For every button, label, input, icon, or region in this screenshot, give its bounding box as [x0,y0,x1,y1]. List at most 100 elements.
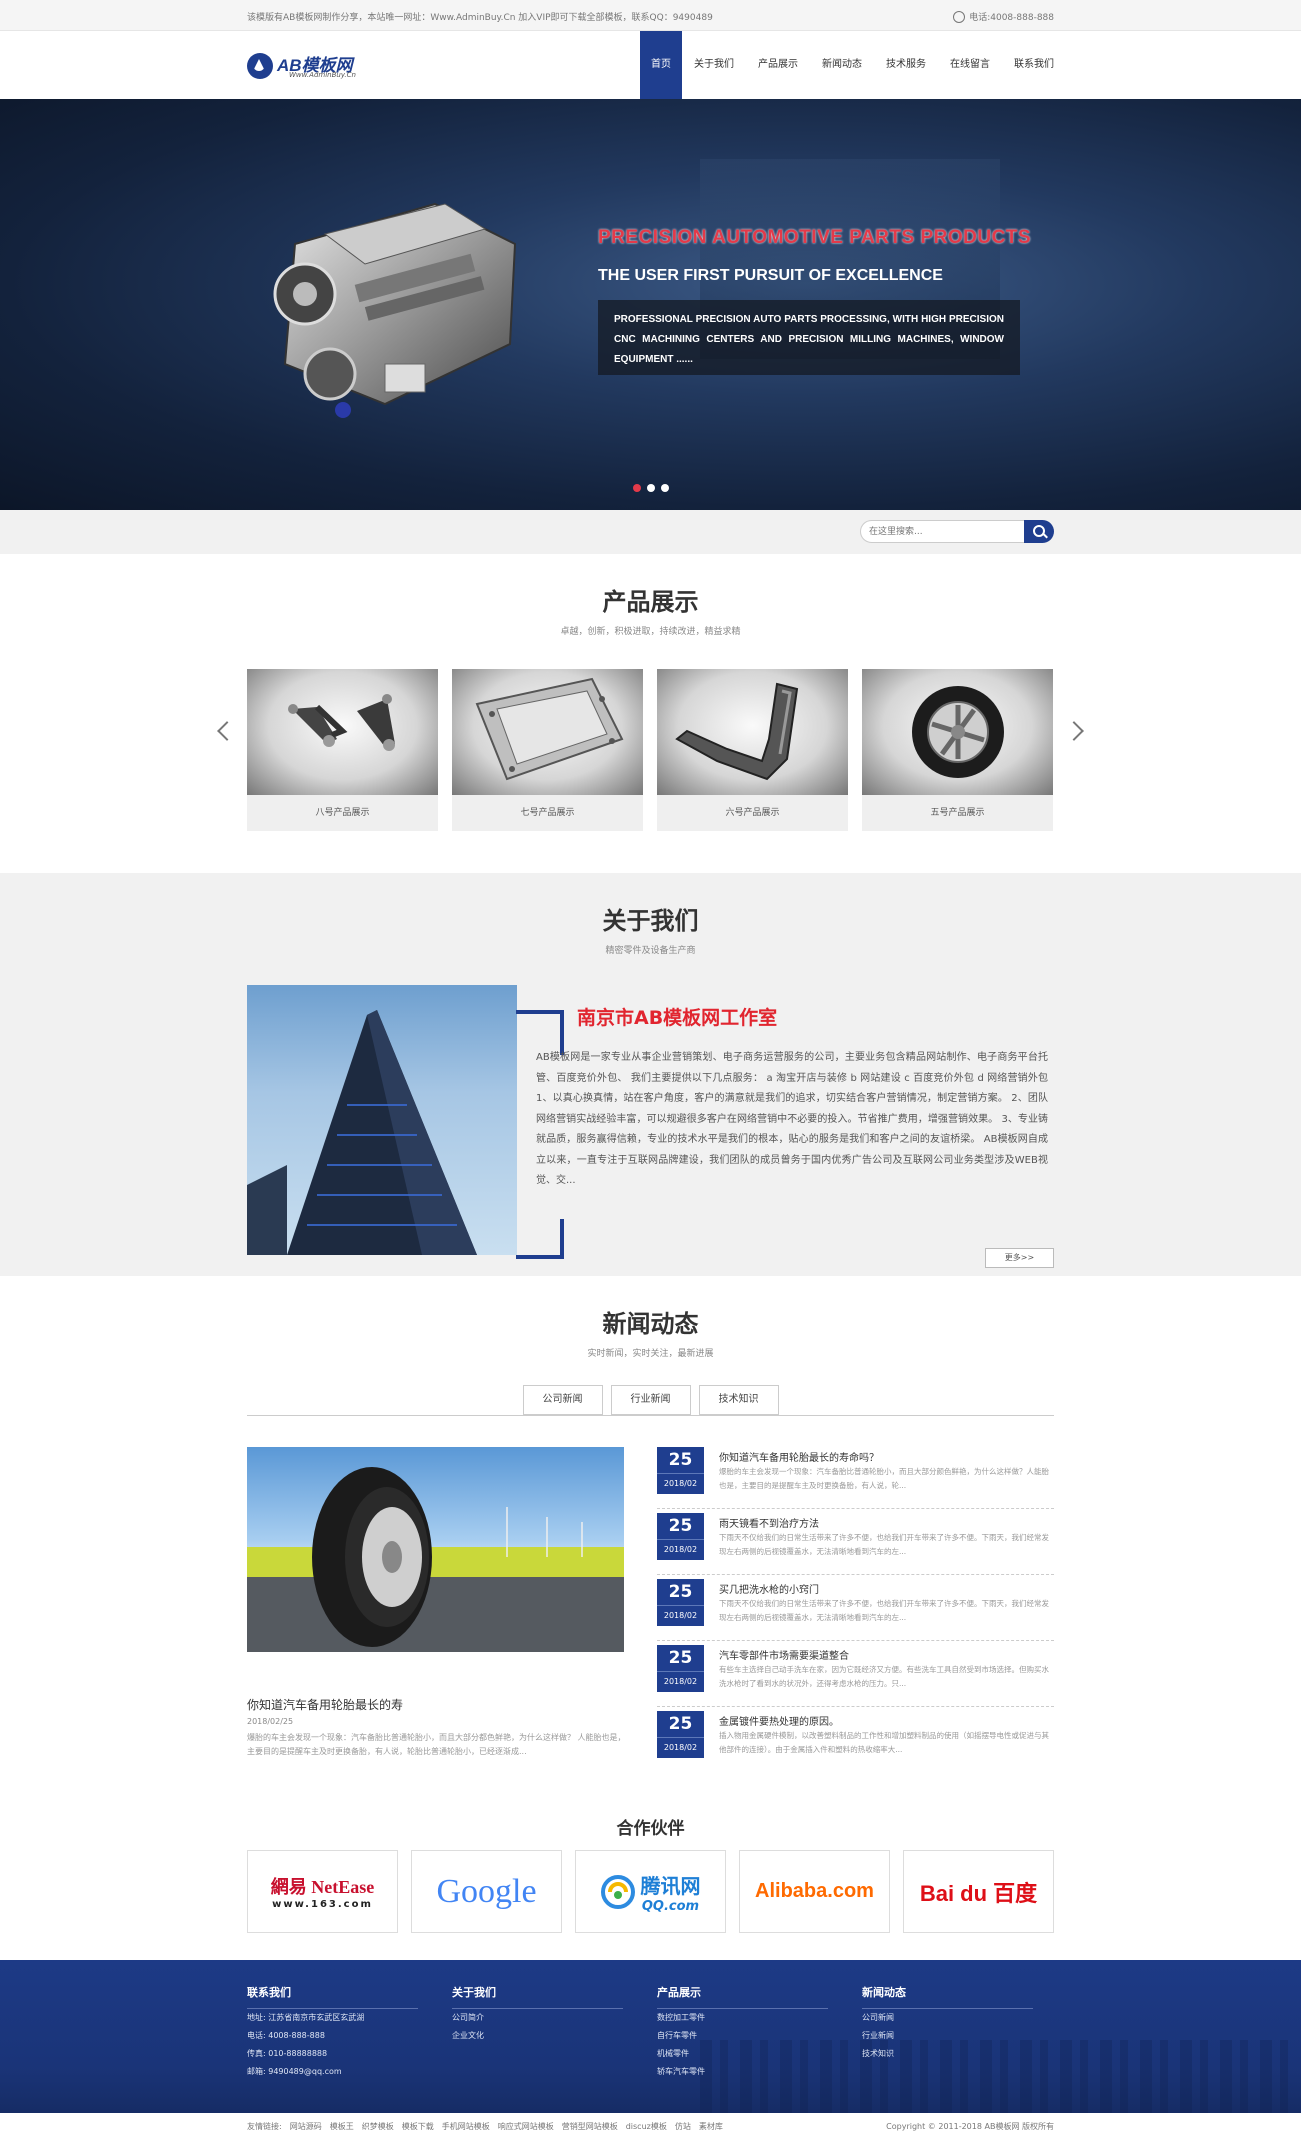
footer-link[interactable]: 公司新闻 [862,2009,1033,2027]
search-button[interactable] [1024,520,1054,543]
footer-link[interactable]: 轿车汽车零件 [657,2063,828,2081]
tab-industry-news[interactable]: 行业新闻 [610,1385,691,1415]
footer-link[interactable]: 企业文化 [452,2027,623,2045]
friend-link[interactable]: 营销型网站模板 [562,2121,618,2132]
nav-item-message[interactable]: 在线留言 [938,31,1002,99]
news-section: 新闻动态 实时新闻，实时关注，最新进展 公司新闻 行业新闻 技术知识 你知道汽车… [0,1276,1301,1810]
about-section: 关于我们 精密零件及设备生产商 南京市AB模板网工作室 AB模板网是一家专业从事… [0,873,1301,1276]
nav-item-service[interactable]: 技术服务 [874,31,938,99]
partner-logo-baidu[interactable]: Bai du 百度 [903,1850,1054,1933]
news-list-item[interactable]: 25 2018/02 买几把洗水枪的小窍门 下雨天不仅给我们的日常生活带来了许多不… [657,1579,1054,1641]
partner-logo-google[interactable]: Google [411,1850,562,1933]
search-bar [0,510,1301,554]
news-month: 2018/02 [663,1677,698,1686]
friend-link[interactable]: 织梦模板 [362,2121,394,2132]
nav-item-about[interactable]: 关于我们 [682,31,746,99]
site-logo[interactable]: AB模板网 Www.AdminBuy.Cn [247,49,377,83]
news-date-badge: 25 2018/02 [657,1579,704,1626]
slider-dot-1[interactable] [633,484,641,492]
footer-link[interactable]: 自行车零件 [657,2027,828,2045]
product-card[interactable]: 七号产品展示 [452,669,643,831]
top-phone: 电话:4008-888-888 [953,10,1054,24]
footer-link[interactable]: 技术知识 [862,2045,1033,2063]
featured-news-image[interactable] [247,1447,624,1652]
wheel-image [862,669,1053,795]
partners-section: 合作伙伴 網易 NetEase www.163.com Google 腾讯网 Q… [0,1810,1301,1960]
friend-link[interactable]: 模板下载 [402,2121,434,2132]
news-item-title[interactable]: 雨天镜看不到治疗方法 [719,1515,819,1530]
footer-link[interactable]: 数控加工零件 [657,2009,828,2027]
news-list-item[interactable]: 25 2018/02 你知道汽车备用轮胎最长的寿命吗？ 爆胎的车主会发现一个现象：… [657,1447,1054,1509]
product-card[interactable]: 六号产品展示 [657,669,848,831]
footer-link[interactable]: 机械零件 [657,2045,828,2063]
news-item-summary: 有些车主选择自己动手洗车在家，因为它既经济又方便。有些洗车工具自然受到市场选择。… [719,1665,1049,1688]
news-item-title[interactable]: 汽车零部件市场需要渠道整合 [719,1647,849,1662]
banner-description: PROFESSIONAL PRECISION AUTO PARTS PROCES… [598,300,1020,375]
featured-news-title[interactable]: 你知道汽车备用轮胎最长的寿 [247,1696,403,1713]
products-next-arrow[interactable] [1064,721,1084,741]
footer-col-title: 产品展示 [657,1984,828,2009]
slider-dot-2[interactable] [647,484,655,492]
product-label: 八号产品展示 [315,808,370,818]
news-list-item[interactable]: 25 2018/02 雨天镜看不到治疗方法 下雨天不仅给我们的日常生活带来了许多不… [657,1513,1054,1575]
footer-link[interactable]: 行业新闻 [862,2027,1033,2045]
footer-link[interactable]: 公司简介 [452,2009,623,2027]
news-month: 2018/02 [663,1545,698,1554]
product-card[interactable]: 八号产品展示 [247,669,438,831]
friend-link[interactable]: 手机网站模板 [442,2121,490,2132]
banner-headline: PRECISION AUTOMOTIVE PARTS PRODUCTS [598,227,1032,248]
friend-link[interactable]: 网站源码 [290,2121,322,2132]
friend-link[interactable]: 仿站 [675,2121,691,2132]
search-input[interactable] [860,520,1026,543]
news-item-title[interactable]: 金属镀件要热处理的原因。 [719,1713,839,1728]
about-subtitle: 精密零件及设备生产商 [605,946,696,956]
nav-item-products[interactable]: 产品展示 [746,31,810,99]
product-card[interactable]: 五号产品展示 [862,669,1053,831]
news-item-summary: 下雨天不仅给我们的日常生活带来了许多不便，也给我们开车带来了许多不便。下雨天，我… [719,1599,1049,1622]
search-form [860,520,1054,543]
products-prev-arrow[interactable] [217,721,237,741]
logo-url: Www.AdminBuy.Cn [289,71,356,79]
news-tabs: 公司新闻 行业新闻 技术知识 [0,1385,1301,1415]
footer-col-title: 新闻动态 [862,1984,1033,2009]
product-label: 五号产品展示 [930,808,985,818]
nav-item-home[interactable]: 首页 [640,31,682,99]
bottom-bar: 友情链接: 网站源码 模板王 织梦模板 模板下载 手机网站模板 响应式网站模板 … [0,2113,1301,2139]
friend-link[interactable]: 模板王 [330,2121,354,2132]
partner-logo-netease[interactable]: 網易 NetEase www.163.com [247,1850,398,1933]
partner-logo-alibaba[interactable]: Alibaba.com [739,1850,890,1933]
slider-dots [633,484,669,492]
tab-company-news[interactable]: 公司新闻 [522,1385,603,1415]
tab-tech-knowledge[interactable]: 技术知识 [698,1385,779,1415]
footer-col-about: 关于我们 公司简介 企业文化 [452,1984,623,2045]
friend-links-label: 友情链接: [247,2122,282,2131]
partner-name: Alibaba.com [755,1880,874,1902]
about-text: AB模板网是一家专业从事企业营销策划、电子商务运营服务的公司，主要业务包含精品网… [536,1052,1048,1186]
news-item-title[interactable]: 你知道汽车备用轮胎最长的寿命吗？ [719,1449,879,1464]
news-list-item[interactable]: 25 2018/02 金属镀件要热处理的原因。 插入物用金属硬件模制，以改善塑料制… [657,1711,1054,1773]
footer-address: 地址: 江苏省南京市玄武区玄武湖 [247,2013,365,2022]
partner-logo-qq[interactable]: 腾讯网 QQ.com [575,1850,726,1933]
friend-link[interactable]: discuz模板 [626,2121,667,2132]
footer: 联系我们 地址: 江苏省南京市玄武区玄武湖 电话: 4008-888-888 传… [0,1960,1301,2113]
news-list-item[interactable]: 25 2018/02 汽车零部件市场需要渠道整合 有些车主选择自己动手洗车在家，因… [657,1645,1054,1707]
about-title: 关于我们 [602,907,699,935]
footer-col-contact: 联系我们 地址: 江苏省南京市玄武区玄武湖 电话: 4008-888-888 传… [247,1984,418,2081]
partner-name: Google [436,1872,537,1910]
friend-link[interactable]: 响应式网站模板 [498,2121,554,2132]
featured-news-date: 2018/02/25 [247,1717,294,1726]
friend-link[interactable]: 素材库 [699,2121,723,2132]
news-month: 2018/02 [663,1743,698,1752]
phone-text: 电话:4008-888-888 [969,13,1054,23]
about-more-button[interactable]: 更多>> [985,1248,1054,1268]
tabs-divider [247,1415,1054,1416]
nav-item-news[interactable]: 新闻动态 [810,31,874,99]
main-nav: 首页 关于我们 产品展示 新闻动态 技术服务 在线留言 联系我们 [640,31,1066,99]
hero-banner[interactable]: PRECISION AUTOMOTIVE PARTS PRODUCTS THE … [0,99,1301,510]
nav-item-contact[interactable]: 联系我们 [1002,31,1066,99]
news-date-badge: 25 2018/02 [657,1513,704,1560]
partner-sub: www.163.com [272,1899,373,1910]
about-heading: 南京市AB模板网工作室 [577,1007,778,1029]
news-item-title[interactable]: 买几把洗水枪的小窍门 [719,1581,819,1596]
slider-dot-3[interactable] [661,484,669,492]
